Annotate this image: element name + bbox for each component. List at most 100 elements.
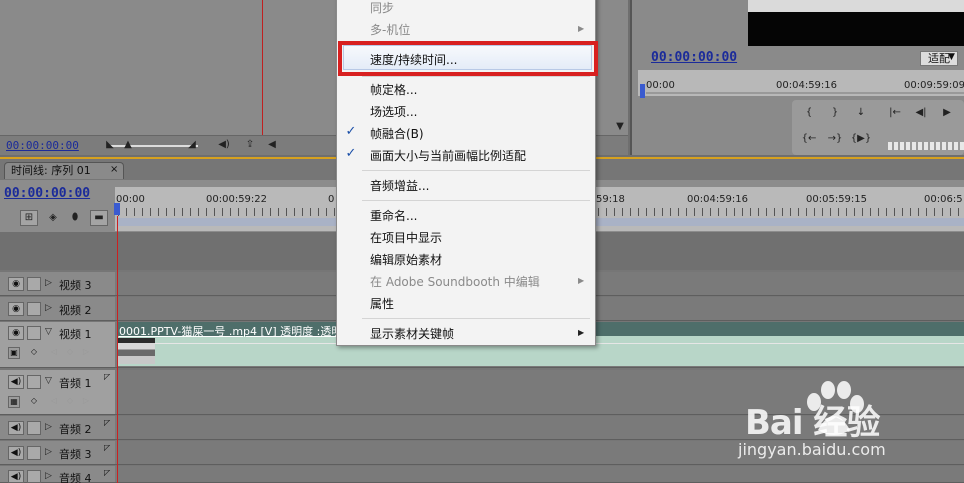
step-back-button[interactable]: ◀|	[910, 104, 932, 122]
track-label: 音频 1	[59, 377, 92, 390]
menu-separator	[362, 170, 590, 171]
expand-triangle-icon[interactable]: ▷	[45, 422, 52, 432]
set-marker-icon[interactable]: ⬮	[66, 210, 84, 226]
lock-icon[interactable]	[27, 421, 41, 435]
menu-item-sync[interactable]: 同步	[370, 0, 394, 16]
track-label: 音频 2	[59, 423, 92, 436]
program-playhead[interactable]	[640, 84, 645, 98]
set-marker-button[interactable]: ↓	[850, 104, 872, 122]
audio-icon[interactable]: ◀)	[218, 140, 230, 150]
prev-keyframe-icon[interactable]: ◁	[48, 347, 60, 359]
timeline-playhead-handle[interactable]	[114, 203, 120, 215]
program-ruler-tick: 00:09:59:09	[904, 80, 964, 91]
source-timecode[interactable]: 00:00:00:00	[6, 139, 79, 152]
track-label: 视频 2	[59, 304, 92, 317]
scroll-left-icon[interactable]: ◀	[266, 140, 278, 150]
program-ruler-tick: 00:04:59:16	[776, 80, 838, 91]
mark-in-icon[interactable]: ◣	[104, 140, 116, 150]
track-label: 音频 3	[59, 448, 92, 461]
go-to-next-button[interactable]: →}	[824, 130, 846, 148]
menu-item-show-clip-keyframes[interactable]: 显示素材关键帧	[370, 325, 454, 342]
export-frame-icon[interactable]: ⇪	[244, 140, 256, 150]
slider-thumb-icon[interactable]: ▲	[122, 140, 134, 150]
mark-out-icon[interactable]: ◢	[186, 140, 198, 150]
collapse-triangle-icon[interactable]: ▽	[45, 327, 52, 337]
speaker-icon[interactable]: ◀)	[8, 421, 24, 435]
menu-item-field-options[interactable]: 场选项...	[370, 103, 417, 120]
timeline-ruler-tick: 00:05:59:15	[806, 194, 868, 205]
next-keyframe-icon[interactable]: ▷	[80, 347, 92, 359]
menu-item-scale-to-frame[interactable]: 画面大小与当前画幅比例适配	[370, 147, 526, 164]
watermark-logo: Bai 经验	[745, 403, 880, 443]
lock-icon[interactable]	[27, 470, 41, 483]
timeline-ruler-tick: 00:00	[116, 194, 145, 205]
audio-indicator-icon: ◸	[104, 443, 111, 452]
program-video-screen	[748, 12, 964, 46]
menu-item-frame-blend[interactable]: 帧融合(B)	[370, 125, 424, 142]
zoom-slider-icon[interactable]: ▬	[90, 210, 108, 226]
lock-icon[interactable]	[27, 446, 41, 460]
timeline-ruler-tick: 00:06:5	[924, 194, 963, 205]
display-style-icon[interactable]: ▣	[8, 347, 20, 359]
program-timecode[interactable]: 00:00:00:00	[651, 50, 737, 65]
go-to-in-button[interactable]: |←	[884, 104, 906, 122]
speaker-icon[interactable]: ◀)	[8, 375, 24, 389]
lock-icon[interactable]	[27, 302, 41, 316]
audio-indicator-icon: ◸	[104, 372, 111, 381]
eye-icon[interactable]: ◉	[8, 302, 24, 316]
marker-icon[interactable]: ◈	[44, 210, 62, 226]
checkmark-icon: ✓	[345, 146, 357, 161]
annotation-highlight-box	[338, 41, 598, 76]
tab-timeline-sequence[interactable]: 时间线: 序列 01	[4, 162, 124, 179]
mark-in-button[interactable]: {	[798, 104, 820, 122]
menu-item-properties[interactable]: 属性	[370, 295, 394, 312]
audio-indicator-icon: ◸	[104, 418, 111, 427]
eye-icon[interactable]: ◉	[8, 326, 24, 340]
chevron-down-icon[interactable]: ▼	[948, 52, 955, 62]
keyframe-icon[interactable]: ◇	[28, 396, 40, 408]
track-label: 视频 3	[59, 279, 92, 292]
timeline-ruler-tick: 59:18	[596, 194, 625, 205]
speaker-icon[interactable]: ◀)	[8, 446, 24, 460]
prev-keyframe-icon[interactable]: ◁	[48, 396, 60, 408]
menu-item-edit-original[interactable]: 编辑原始素材	[370, 251, 442, 268]
go-to-previous-button[interactable]: {←	[798, 130, 820, 148]
scroll-down-icon[interactable]: ▼	[614, 122, 626, 132]
expand-triangle-icon[interactable]: ▷	[45, 447, 52, 457]
play-button[interactable]: ▶	[936, 104, 958, 122]
lock-icon[interactable]	[27, 277, 41, 291]
keyframe-icon[interactable]: ◇	[28, 347, 40, 359]
jog-wheel[interactable]	[888, 142, 964, 150]
collapse-triangle-icon[interactable]: ▽	[45, 376, 52, 386]
menu-item-rename[interactable]: 重命名...	[370, 207, 417, 224]
expand-triangle-icon[interactable]: ▷	[45, 471, 52, 481]
expand-triangle-icon[interactable]: ▷	[45, 278, 52, 288]
expand-triangle-icon[interactable]: ▷	[45, 303, 52, 313]
track-label: 视频 1	[59, 328, 92, 341]
menu-item-edit-in-soundbooth[interactable]: 在 Adobe Soundbooth 中编辑	[370, 273, 540, 290]
snap-icon[interactable]: ⊞	[20, 210, 38, 226]
timeline-ruler-tick: 00:00:59:22	[206, 194, 268, 205]
track-area-audio-4[interactable]	[115, 466, 964, 483]
clip-label: 0001.PPTV-猫屎一号 .mp4 [V] 透明度 :透明	[119, 325, 343, 338]
next-keyframe-icon[interactable]: ▷	[80, 396, 92, 408]
add-keyframe-icon[interactable]: ◇	[64, 396, 76, 408]
speaker-icon[interactable]: ◀)	[8, 470, 24, 483]
track-label: 音频 4	[59, 472, 92, 483]
waveform-icon[interactable]: ▦	[8, 396, 20, 408]
menu-item-reveal-in-project[interactable]: 在项目中显示	[370, 229, 442, 246]
eye-icon[interactable]: ◉	[8, 277, 24, 291]
play-in-to-out-button[interactable]: {▶}	[850, 130, 872, 148]
add-keyframe-icon[interactable]: ◇	[64, 347, 76, 359]
menu-item-multicam[interactable]: 多-机位	[370, 21, 410, 38]
close-icon[interactable]: ×	[110, 165, 120, 175]
lock-icon[interactable]	[27, 375, 41, 389]
menu-item-frame-hold[interactable]: 帧定格...	[370, 81, 417, 98]
submenu-arrow-icon: ▶	[578, 328, 585, 337]
menu-item-audio-gain[interactable]: 音频增益...	[370, 177, 429, 194]
mark-out-button[interactable]: }	[824, 104, 846, 122]
timeline-timecode[interactable]: 00:00:00:00	[4, 186, 90, 201]
program-ruler-tick: 00:00	[646, 80, 675, 91]
timeline-ruler-tick: 0	[328, 194, 335, 205]
lock-icon[interactable]	[27, 326, 41, 340]
